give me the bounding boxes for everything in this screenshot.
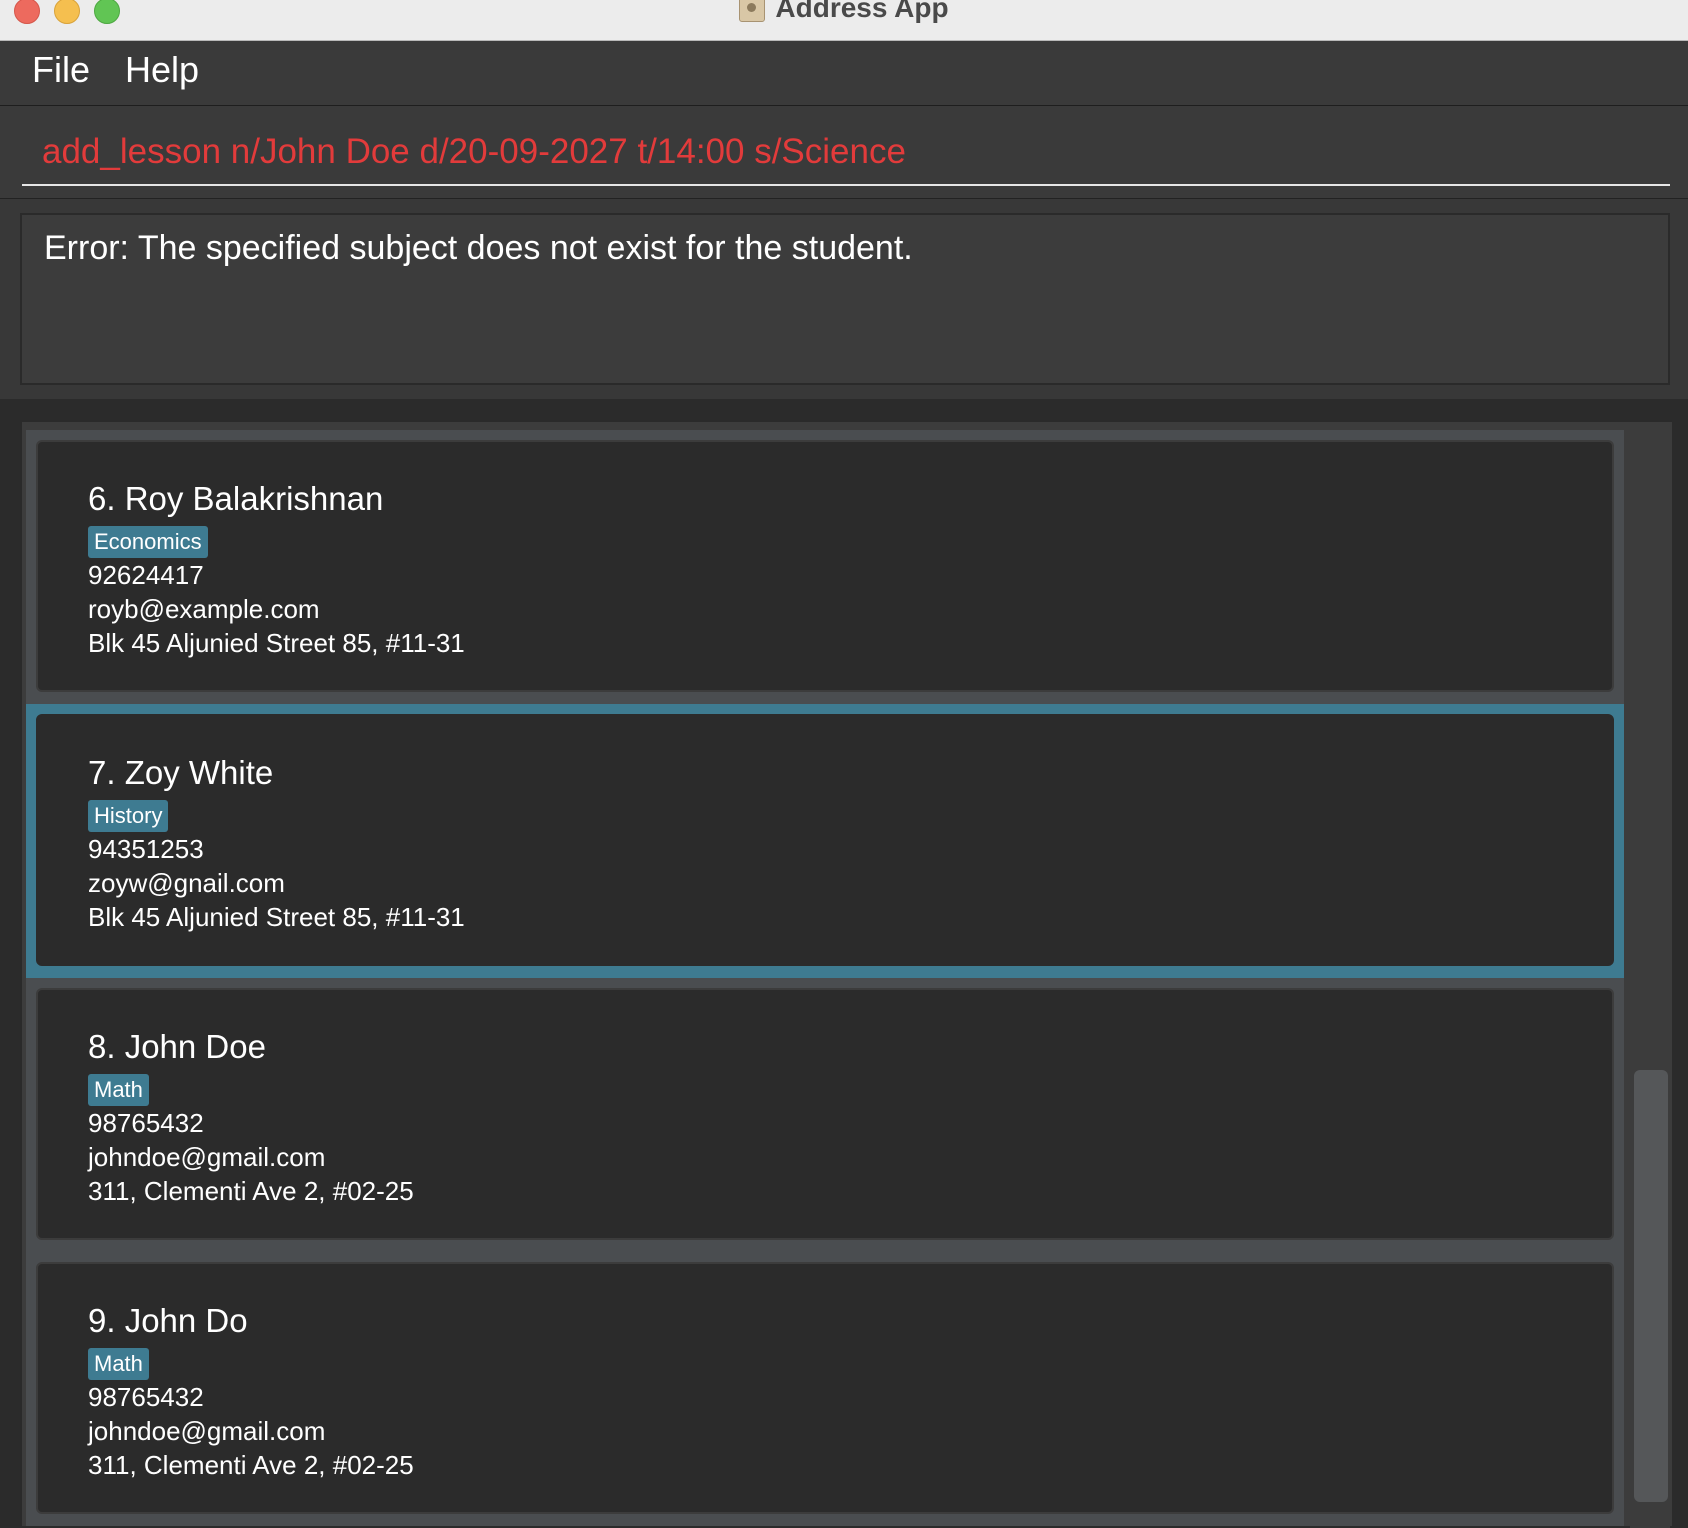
person-email: zoyw@gnail.com: [88, 868, 285, 898]
subject-tag: Math: [88, 1074, 149, 1106]
person-list-panel: 6. Roy Balakrishnan Economics 92624417 r…: [20, 420, 1672, 1528]
person-address: 311, Clementi Ave 2, #02-25: [88, 1450, 414, 1480]
person-card: 7. Zoy White History 94351253 zoyw@gnail…: [36, 714, 1614, 966]
person-list-cell[interactable]: 9. John Do Math 98765432 johndoe@gmail.c…: [26, 1252, 1624, 1526]
menu-help[interactable]: Help: [125, 49, 199, 91]
person-address: Blk 45 Aljunied Street 85, #11-31: [88, 628, 465, 658]
result-display-area: Error: The specified subject does not ex…: [0, 199, 1688, 399]
person-email: royb@example.com: [88, 594, 320, 624]
person-card: 6. Roy Balakrishnan Economics 92624417 r…: [36, 440, 1614, 692]
person-name: 8. John Doe: [88, 1028, 266, 1065]
person-list: 6. Roy Balakrishnan Economics 92624417 r…: [26, 430, 1624, 1526]
menu-file[interactable]: File: [32, 49, 90, 91]
person-name: 9. John Do: [88, 1302, 248, 1339]
person-card: 8. John Doe Math 98765432 johndoe@gmail.…: [36, 988, 1614, 1240]
window-title: Address App: [775, 0, 949, 23]
person-email: johndoe@gmail.com: [88, 1416, 326, 1446]
person-phone: 94351253: [88, 834, 204, 864]
person-phone: 98765432: [88, 1382, 204, 1412]
person-phone: 92624417: [88, 560, 204, 590]
person-list-cell[interactable]: 6. Roy Balakrishnan Economics 92624417 r…: [26, 430, 1624, 704]
address-book-icon: [739, 0, 766, 22]
scrollbar-thumb[interactable]: [1634, 1070, 1668, 1502]
person-address: Blk 45 Aljunied Street 85, #11-31: [88, 902, 465, 932]
person-list-cell[interactable]: 8. John Doe Math 98765432 johndoe@gmail.…: [26, 978, 1624, 1252]
person-phone: 98765432: [88, 1108, 204, 1138]
person-email: johndoe@gmail.com: [88, 1142, 326, 1172]
subject-tag: Math: [88, 1348, 149, 1380]
title-bar: Address App: [0, 0, 1688, 41]
person-list-cell-selected[interactable]: 7. Zoy White History 94351253 zoyw@gnail…: [26, 704, 1624, 978]
result-display: Error: The specified subject does not ex…: [20, 213, 1670, 385]
window-title-wrap: Address App: [0, 0, 1688, 24]
person-name: 6. Roy Balakrishnan: [88, 480, 384, 517]
subject-tag: Economics: [88, 526, 208, 558]
menu-bar: File Help: [0, 41, 1688, 106]
person-card: 9. John Do Math 98765432 johndoe@gmail.c…: [36, 1262, 1614, 1514]
command-input[interactable]: add_lesson n/John Doe d/20-09-2027 t/14:…: [22, 126, 1670, 186]
subject-tag: History: [88, 800, 169, 832]
person-address: 311, Clementi Ave 2, #02-25: [88, 1176, 414, 1206]
result-message: Error: The specified subject does not ex…: [44, 229, 913, 267]
person-name: 7. Zoy White: [88, 754, 274, 791]
command-box: add_lesson n/John Doe d/20-09-2027 t/14:…: [0, 106, 1688, 199]
